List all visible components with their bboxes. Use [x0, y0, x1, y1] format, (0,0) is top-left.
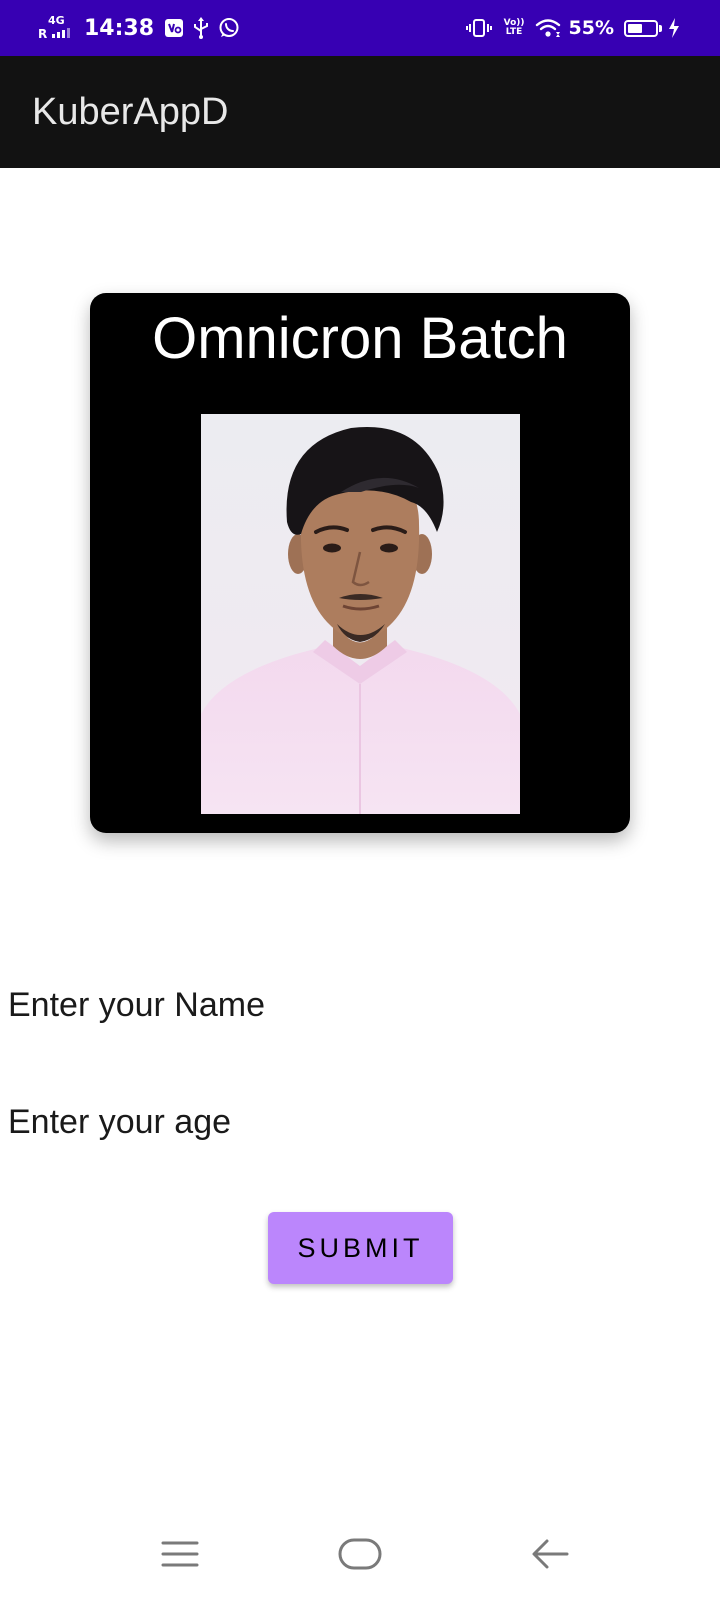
- profile-card: Omnicron Batch: [90, 293, 630, 833]
- profile-photo: [201, 414, 520, 814]
- volte-icon: Vo)) LTE: [504, 19, 525, 37]
- usb-icon: [192, 17, 210, 39]
- battery-percent: 55%: [568, 17, 614, 39]
- menu-icon[interactable]: [150, 1524, 210, 1584]
- app-bar: KuberAppD: [0, 56, 720, 168]
- status-left-group: 4G R 14:38: [36, 0, 248, 56]
- navigation-bar: [0, 1500, 720, 1600]
- volte-bottom-label: LTE: [505, 27, 523, 37]
- battery-icon: [624, 19, 662, 37]
- vibrate-icon: [465, 18, 492, 38]
- card-title: Omnicron Batch: [152, 306, 568, 371]
- charging-bolt-icon: [668, 18, 680, 38]
- age-input[interactable]: [8, 1092, 708, 1152]
- status-right-group: Vo)) LTE 55%: [456, 0, 680, 56]
- signal-bars: [52, 28, 70, 38]
- network-type-label: 4G: [48, 14, 65, 27]
- home-icon[interactable]: [330, 1524, 390, 1584]
- vpn-key-icon: [164, 18, 184, 38]
- status-bar: 4G R 14:38 Vo)) LTE 55%: [0, 0, 720, 56]
- back-icon[interactable]: [520, 1524, 580, 1584]
- battery-level-fill: [628, 23, 642, 33]
- app-title: KuberAppD: [32, 91, 229, 133]
- wifi-icon: [535, 18, 561, 38]
- whatsapp-icon: [218, 17, 240, 39]
- name-input[interactable]: [8, 975, 708, 1035]
- status-time: 14:38: [84, 15, 155, 41]
- cellular-signal-icon: 4G R: [36, 0, 80, 56]
- app-screen: 4G R 14:38 Vo)) LTE 55% KuberAppD Omnicr…: [0, 0, 720, 1600]
- submit-button[interactable]: SUBMIT: [268, 1212, 453, 1284]
- roaming-indicator: R: [38, 27, 48, 41]
